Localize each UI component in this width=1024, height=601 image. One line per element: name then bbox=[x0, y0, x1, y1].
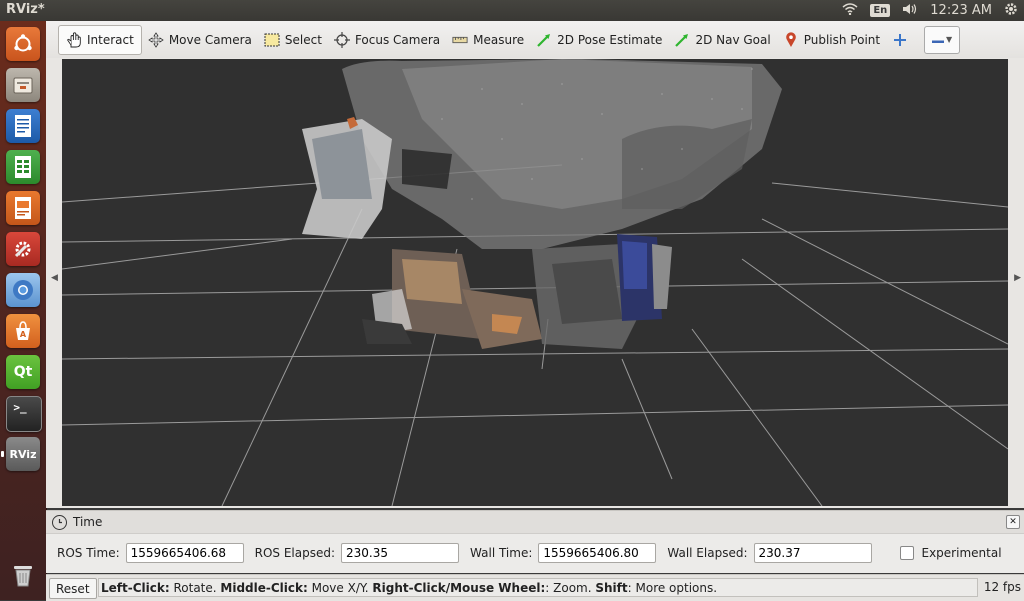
2d-pose-estimate-label: 2D Pose Estimate bbox=[557, 32, 663, 47]
system-tray: En 12:23 AM bbox=[842, 0, 1018, 21]
ros-time-label: ROS Time: bbox=[57, 546, 120, 560]
2d-pose-estimate-tool-button[interactable]: 2D Pose Estimate bbox=[530, 26, 668, 54]
system-settings-icon[interactable] bbox=[6, 232, 40, 266]
move-camera-icon bbox=[148, 31, 164, 48]
interact-label: Interact bbox=[87, 32, 134, 47]
measure-tool-button[interactable]: Measure bbox=[446, 26, 530, 54]
rviz-icon[interactable]: RViz bbox=[6, 437, 40, 471]
scene-graphic bbox=[62, 59, 1008, 506]
dash-home-icon[interactable] bbox=[6, 27, 40, 61]
ruler-icon bbox=[452, 32, 468, 48]
time-fields-row: ROS Time: 1559665406.68 ROS Elapsed: 230… bbox=[46, 541, 1024, 565]
plus-icon bbox=[892, 32, 908, 48]
rviz-toolbar: Interact Move Camera Select Focus Camera… bbox=[46, 21, 1024, 59]
qt-creator-icon[interactable]: Qt bbox=[6, 355, 40, 389]
status-bar: Reset Left-Click: Rotate. Middle-Click: … bbox=[46, 574, 1024, 601]
keyboard-language-indicator[interactable]: En bbox=[870, 4, 891, 17]
measure-label: Measure bbox=[473, 32, 525, 47]
green-arrow-icon bbox=[674, 32, 690, 48]
crosshair-icon bbox=[333, 31, 350, 48]
help-text-right-click: : Zoom. bbox=[545, 580, 596, 595]
2d-nav-goal-tool-button[interactable]: 2D Nav Goal bbox=[668, 26, 776, 54]
volume-icon[interactable] bbox=[902, 3, 918, 19]
calc-icon[interactable] bbox=[6, 150, 40, 184]
help-bold-shift: Shift bbox=[595, 580, 628, 595]
time-panel-title: Time bbox=[73, 515, 103, 529]
reset-button[interactable]: Reset bbox=[49, 578, 97, 599]
time-panel-header: Time ✕ bbox=[46, 511, 1024, 534]
ros-elapsed-label: ROS Elapsed: bbox=[254, 546, 336, 560]
help-text-shift: : More options. bbox=[627, 580, 718, 595]
chromium-icon[interactable] bbox=[6, 273, 40, 307]
right-dock-collapse-icon[interactable]: ▶ bbox=[1014, 273, 1021, 283]
left-dock-collapse-icon[interactable]: ◀ bbox=[51, 273, 58, 283]
wifi-icon[interactable] bbox=[842, 2, 858, 19]
ros-elapsed-field[interactable]: 230.35 bbox=[341, 543, 460, 563]
chevron-down-icon: ▼ bbox=[946, 35, 953, 44]
move-camera-label: Move Camera bbox=[168, 32, 252, 47]
experimental-label: Experimental bbox=[921, 546, 1002, 560]
impress-icon[interactable] bbox=[6, 191, 40, 225]
svg-text:A: A bbox=[20, 330, 27, 339]
move-camera-tool-button[interactable]: Move Camera bbox=[142, 26, 258, 54]
ros-time-field[interactable]: 1559665406.68 bbox=[125, 543, 244, 563]
hand-pointer-icon bbox=[66, 31, 82, 48]
select-tool-button[interactable]: Select bbox=[258, 26, 328, 54]
render-panel: ◀ ▶ bbox=[46, 58, 1024, 508]
wall-elapsed-field[interactable]: 230.37 bbox=[753, 543, 872, 563]
time-panel: Time ✕ ROS Time: 1559665406.68 ROS Elaps… bbox=[46, 510, 1024, 573]
interact-tool-button[interactable]: Interact bbox=[58, 24, 142, 55]
publish-point-label: Publish Point bbox=[803, 32, 881, 47]
clock[interactable]: 12:23 AM bbox=[930, 3, 992, 18]
wall-time-field[interactable]: 1559665406.80 bbox=[538, 543, 657, 563]
wall-time-label: Wall Time: bbox=[470, 546, 533, 560]
system-topbar: RViz* En 12:23 AM bbox=[0, 0, 1024, 21]
wall-elapsed-label: Wall Elapsed: bbox=[667, 546, 748, 560]
mouse-help-text: Left-Click: Rotate. Middle-Click: Move X… bbox=[98, 578, 978, 597]
qt-creator-label: Qt bbox=[13, 364, 33, 380]
add-tool-button[interactable] bbox=[886, 26, 914, 54]
publish-point-tool-button[interactable]: Publish Point bbox=[777, 26, 886, 54]
help-text-middle-click: Move X/Y. bbox=[307, 580, 373, 595]
help-bold-left-click: Left-Click: bbox=[101, 580, 170, 595]
rviz-label: RViz bbox=[9, 447, 37, 461]
clock-icon bbox=[52, 514, 67, 530]
help-bold-right-click: Right-Click/Mouse Wheel: bbox=[372, 580, 546, 595]
focus-camera-label: Focus Camera bbox=[354, 32, 441, 47]
3d-viewport[interactable] bbox=[62, 59, 1008, 506]
minus-icon bbox=[932, 33, 945, 47]
select-rectangle-icon bbox=[264, 32, 280, 48]
map-pin-icon bbox=[783, 31, 799, 48]
experimental-checkbox[interactable] bbox=[899, 546, 914, 560]
focus-camera-tool-button[interactable]: Focus Camera bbox=[328, 26, 446, 54]
green-arrow-icon bbox=[536, 32, 552, 48]
gear-icon[interactable] bbox=[1004, 2, 1018, 20]
terminal-icon[interactable]: >_ bbox=[6, 396, 42, 432]
software-center-icon[interactable]: A bbox=[6, 314, 40, 348]
writer-icon[interactable] bbox=[6, 109, 40, 143]
close-icon[interactable]: ✕ bbox=[1006, 515, 1020, 529]
2d-nav-goal-label: 2D Nav Goal bbox=[695, 32, 771, 47]
remove-tool-dropdown[interactable]: ▼ bbox=[924, 25, 961, 54]
fps-counter: 12 fps bbox=[983, 580, 1021, 594]
help-text-left-click: Rotate. bbox=[169, 580, 221, 595]
help-bold-middle-click: Middle-Click: bbox=[220, 580, 308, 595]
launcher-sidebar: A Qt >_ RViz bbox=[0, 21, 47, 600]
select-label: Select bbox=[284, 32, 322, 47]
trash-icon[interactable] bbox=[6, 558, 40, 592]
running-app-indicator bbox=[1, 451, 4, 457]
terminal-prompt-label: >_ bbox=[13, 401, 27, 414]
window-title: RViz* bbox=[6, 2, 45, 17]
files-icon[interactable] bbox=[6, 68, 40, 102]
